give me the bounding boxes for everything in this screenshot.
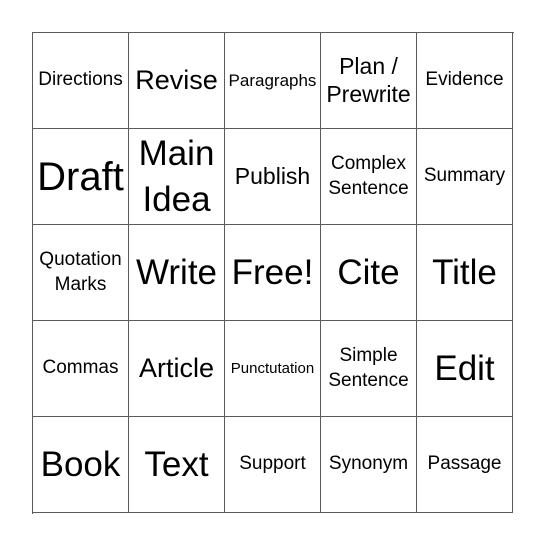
bingo-cell[interactable]: Summary: [417, 129, 513, 225]
bingo-board: Directions Revise Paragraphs Plan / Prewrit…: [32, 32, 514, 514]
bingo-cell[interactable]: Text: [129, 417, 225, 513]
bingo-cell[interactable]: Paragraphs: [225, 33, 321, 129]
bingo-cell[interactable]: Main Idea: [129, 129, 225, 225]
bingo-cell[interactable]: Directions: [33, 33, 129, 129]
bingo-cell[interactable]: Simple Sentence: [321, 321, 417, 417]
bingo-cell[interactable]: Draft: [33, 129, 129, 225]
bingo-cell[interactable]: Free!: [225, 225, 321, 321]
bingo-cell[interactable]: Plan / Prewrite: [321, 33, 417, 129]
bingo-cell[interactable]: Revise: [129, 33, 225, 129]
bingo-cell[interactable]: Complex Sentence: [321, 129, 417, 225]
bingo-cell[interactable]: Book: [33, 417, 129, 513]
bingo-cell[interactable]: Article: [129, 321, 225, 417]
bingo-cell[interactable]: Support: [225, 417, 321, 513]
bingo-cell[interactable]: Edit: [417, 321, 513, 417]
bingo-cell[interactable]: Publish: [225, 129, 321, 225]
bingo-cell[interactable]: Quotation Marks: [33, 225, 129, 321]
bingo-cell[interactable]: Title: [417, 225, 513, 321]
bingo-cell[interactable]: Cite: [321, 225, 417, 321]
bingo-cell[interactable]: Evidence: [417, 33, 513, 129]
bingo-cell[interactable]: Synonym: [321, 417, 417, 513]
bingo-cell[interactable]: Passage: [417, 417, 513, 513]
bingo-cell[interactable]: Commas: [33, 321, 129, 417]
bingo-cell[interactable]: Punctutation: [225, 321, 321, 417]
bingo-cell[interactable]: Write: [129, 225, 225, 321]
